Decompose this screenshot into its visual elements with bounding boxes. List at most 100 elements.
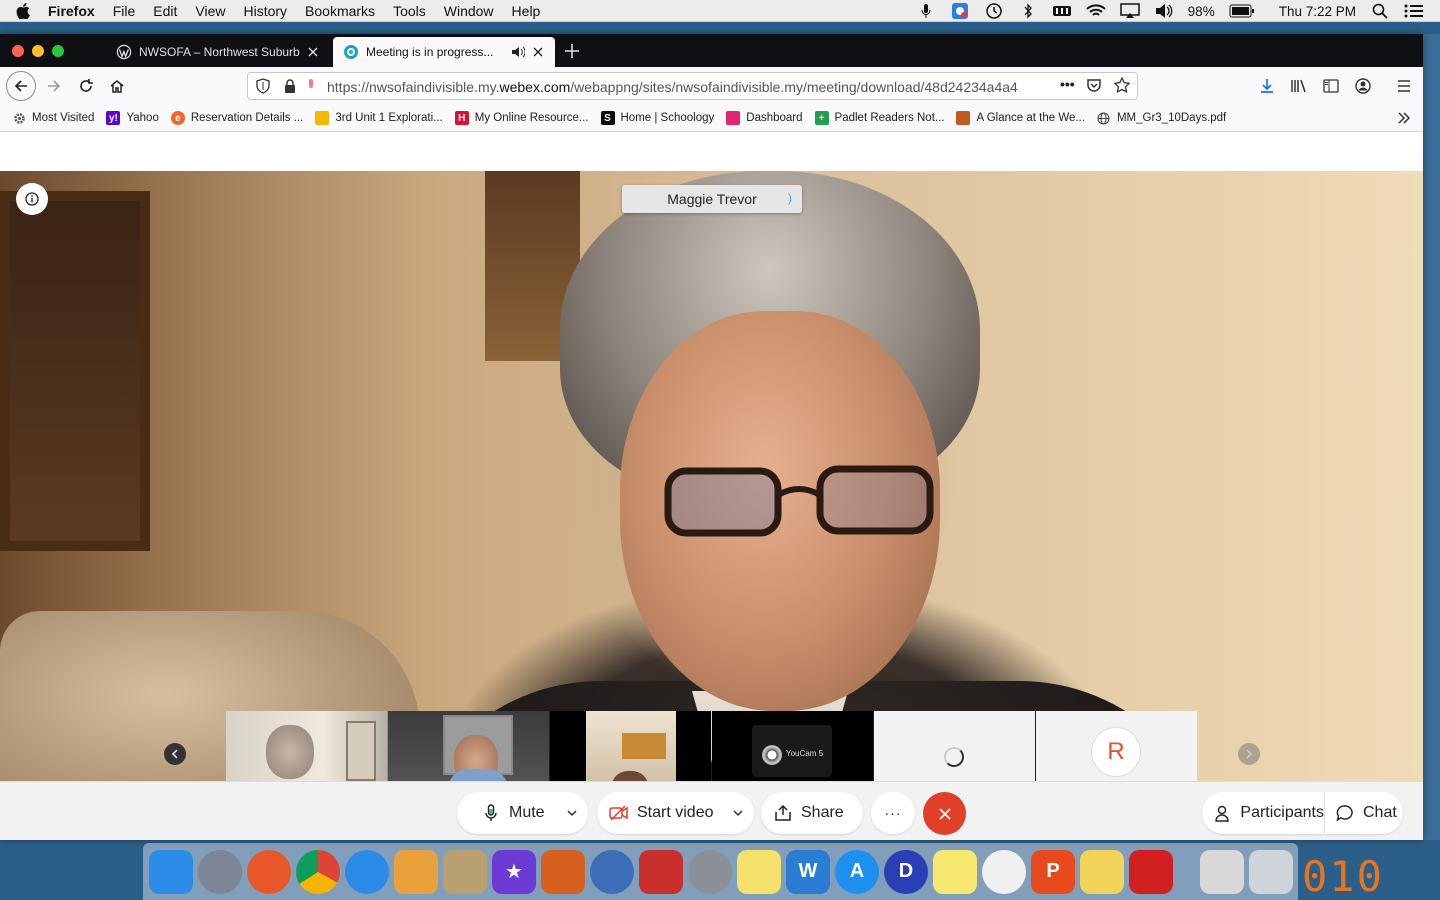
participants-button[interactable]: Participants bbox=[1202, 792, 1324, 834]
dock-app-textedit-icon[interactable] bbox=[1080, 849, 1124, 894]
spotlight-search-icon[interactable] bbox=[1370, 3, 1390, 19]
dock-app-system-preferences-icon[interactable] bbox=[688, 849, 732, 894]
url-text[interactable]: https://nwsofaindivisible.my.webex.com/w… bbox=[327, 79, 1049, 95]
dock-counter: 010 bbox=[1302, 852, 1384, 900]
sidebar-icon[interactable] bbox=[1317, 72, 1345, 100]
close-tab-icon[interactable] bbox=[306, 45, 320, 59]
leave-meeting-button[interactable] bbox=[923, 792, 966, 835]
navigation-toolbar: https://nwsofaindivisible.my.webex.com/w… bbox=[0, 67, 1423, 105]
dock-app-dvd-icon[interactable] bbox=[590, 849, 634, 894]
dock-app-trash-icon[interactable] bbox=[1249, 849, 1293, 894]
start-video-button[interactable]: Start video bbox=[597, 792, 754, 834]
menu-view[interactable]: View bbox=[195, 3, 225, 19]
bookmark-item[interactable]: H My Online Resource... bbox=[454, 111, 589, 125]
dock-app-safari-icon[interactable] bbox=[345, 849, 389, 894]
menu-history[interactable]: History bbox=[243, 3, 287, 19]
menubar-clock[interactable]: Thu 7:22 PM bbox=[1279, 4, 1356, 19]
dock-app-firefox-icon[interactable] bbox=[247, 849, 291, 894]
filmstrip-prev-button[interactable] bbox=[164, 743, 186, 765]
menu-bookmarks[interactable]: Bookmarks bbox=[305, 3, 375, 19]
home-button[interactable] bbox=[103, 72, 131, 100]
back-button[interactable] bbox=[6, 71, 36, 101]
reload-button[interactable] bbox=[72, 72, 100, 100]
meeting-info-button[interactable] bbox=[16, 183, 48, 215]
bookmark-item[interactable]: Most Visited bbox=[12, 111, 94, 125]
lock-icon[interactable] bbox=[284, 78, 296, 97]
dock-app-photos-icon[interactable] bbox=[982, 849, 1026, 894]
share-button[interactable]: Share bbox=[761, 792, 863, 834]
bookmark-item[interactable]: 3rd Unit 1 Explorati... bbox=[315, 111, 443, 125]
account-icon[interactable] bbox=[1349, 72, 1377, 100]
dock-app-notes-icon[interactable] bbox=[933, 849, 977, 894]
chat-button[interactable]: Chat bbox=[1325, 792, 1403, 834]
volume-icon[interactable] bbox=[1154, 3, 1174, 19]
microphone-icon bbox=[481, 803, 501, 823]
bookmark-item[interactable]: MM_Gr3_10Days.pdf bbox=[1097, 111, 1226, 125]
url-bar[interactable]: https://nwsofaindivisible.my.webex.com/w… bbox=[247, 72, 1138, 100]
dock-app-preview-icon[interactable] bbox=[443, 849, 487, 894]
menu-app-firefox[interactable]: Firefox bbox=[48, 3, 95, 19]
dock-app-acrobat-icon[interactable] bbox=[1129, 849, 1173, 894]
dock-app-stationery-icon[interactable] bbox=[394, 849, 438, 894]
new-tab-icon[interactable] bbox=[562, 41, 582, 61]
pocket-icon[interactable] bbox=[1086, 78, 1102, 97]
apple-icon[interactable] bbox=[16, 2, 34, 20]
tab-audio-icon[interactable] bbox=[511, 45, 525, 59]
close-tab-icon[interactable] bbox=[531, 45, 545, 59]
menu-edit[interactable]: Edit bbox=[153, 3, 177, 19]
bluetooth-icon[interactable] bbox=[1018, 3, 1038, 19]
dock-app-chrome-icon[interactable] bbox=[296, 849, 340, 894]
dock-app-app-store-icon[interactable]: A bbox=[835, 849, 879, 894]
filmstrip-next-button[interactable] bbox=[1238, 743, 1260, 765]
bookmark-item[interactable]: A Glance at the We... bbox=[956, 111, 1085, 125]
dock-app-calendar-icon[interactable]: D bbox=[884, 849, 928, 894]
dock-app-launchpad-icon[interactable] bbox=[198, 849, 242, 894]
notification-center-icon[interactable] bbox=[1404, 3, 1424, 19]
more-options-button[interactable]: ··· bbox=[871, 792, 915, 834]
dock-app-imovie-icon[interactable]: ★ bbox=[492, 849, 536, 894]
screen-record-icon[interactable] bbox=[950, 3, 970, 19]
tracking-protection-icon[interactable] bbox=[256, 78, 270, 97]
more-bookmarks-icon[interactable] bbox=[1397, 111, 1411, 128]
chevron-down-icon[interactable] bbox=[566, 806, 578, 818]
microphone-status-icon[interactable] bbox=[916, 3, 936, 19]
meeting-video-area[interactable]: Maggie Trevor ) Natalie WarrenTerry Cosg… bbox=[0, 171, 1423, 815]
mute-button[interactable]: Mute bbox=[457, 792, 588, 834]
downloads-icon[interactable] bbox=[1253, 72, 1281, 100]
dock-app-powerpoint-icon[interactable]: P bbox=[1031, 849, 1075, 894]
memory-icon[interactable] bbox=[1052, 3, 1072, 19]
dock-app-stickies-icon[interactable] bbox=[737, 849, 781, 894]
dock-app-photobooth-icon[interactable] bbox=[639, 849, 683, 894]
window-controls bbox=[12, 45, 64, 57]
bookmark-item[interactable]: Dashboard bbox=[726, 111, 803, 125]
dock-app-word-icon[interactable]: W bbox=[786, 849, 830, 894]
dock-app-finder-icon[interactable] bbox=[149, 849, 193, 894]
menu-window[interactable]: Window bbox=[444, 3, 494, 19]
library-icon[interactable] bbox=[1285, 72, 1313, 100]
time-machine-icon[interactable] bbox=[984, 3, 1004, 19]
forward-button[interactable] bbox=[40, 72, 68, 100]
bookmark-item[interactable]: e Reservation Details ... bbox=[170, 111, 303, 125]
wifi-icon[interactable] bbox=[1085, 3, 1106, 19]
menu-tools[interactable]: Tools bbox=[393, 3, 426, 19]
dock-app-avervision-icon[interactable] bbox=[541, 849, 585, 894]
bookmark-item[interactable]: S Home | Schoology bbox=[600, 111, 714, 125]
chevron-down-icon[interactable] bbox=[732, 806, 744, 818]
zoom-window-button[interactable] bbox=[52, 45, 64, 57]
close-window-button[interactable] bbox=[12, 45, 24, 57]
tab-nwsofa[interactable]: NWSOFA – Northwest Suburbs bbox=[106, 37, 330, 67]
dock-app-downloads-icon[interactable] bbox=[1200, 849, 1244, 894]
battery-icon[interactable] bbox=[1229, 3, 1255, 19]
tab-meeting[interactable]: Meeting is in progress... bbox=[333, 37, 555, 67]
microphone-permission-icon[interactable] bbox=[306, 78, 316, 97]
menu-help[interactable]: Help bbox=[512, 3, 541, 19]
minimize-window-button[interactable] bbox=[32, 45, 44, 57]
bookmark-item[interactable]: + Padlet Readers Not... bbox=[814, 111, 944, 125]
hamburger-menu-icon[interactable] bbox=[1390, 72, 1418, 100]
page-actions-icon[interactable]: ••• bbox=[1060, 76, 1075, 92]
menu-file[interactable]: File bbox=[113, 3, 136, 19]
bookmark-star-icon[interactable] bbox=[1113, 76, 1131, 96]
airplay-icon[interactable] bbox=[1119, 3, 1140, 19]
bookmark-item[interactable]: y! Yahoo bbox=[106, 111, 159, 125]
background-picture-frame bbox=[0, 191, 150, 551]
